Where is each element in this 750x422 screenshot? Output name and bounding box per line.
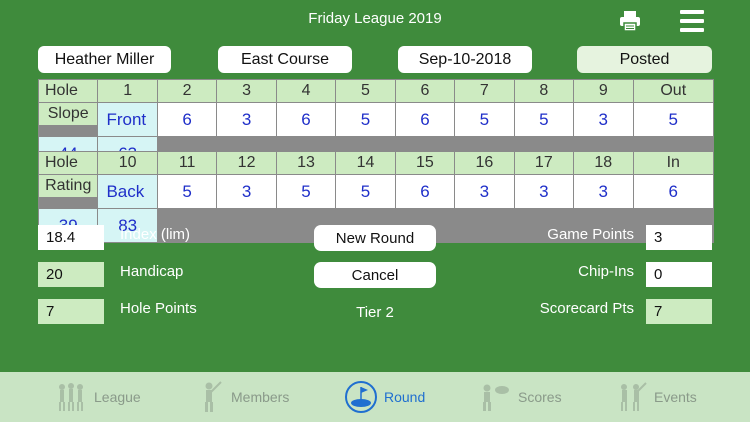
- golfer-scores-icon: [483, 384, 509, 411]
- tab-events-label: Events: [654, 389, 697, 405]
- score-cell-hole-16[interactable]: 3: [514, 175, 574, 208]
- tab-members-label: Members: [231, 389, 290, 405]
- header-cell: 4: [276, 80, 336, 102]
- tab-bar: League Members Round Scores Events: [0, 372, 750, 422]
- header-cell: 12: [217, 152, 276, 174]
- header-cell: 2: [157, 80, 217, 102]
- score-cell-hole-12[interactable]: 5: [276, 175, 336, 208]
- score-cell-hole-7[interactable]: 5: [514, 103, 574, 136]
- back-row-label: Back: [98, 175, 157, 208]
- header-cell: Out: [633, 80, 713, 102]
- header-cell: 3: [217, 80, 276, 102]
- score-cell-hole-2[interactable]: 3: [217, 103, 276, 136]
- header-cell: Hole: [39, 80, 98, 102]
- header-cell: 5: [336, 80, 395, 102]
- header-cell: 7: [455, 80, 514, 102]
- score-cell-hole-13[interactable]: 5: [336, 175, 395, 208]
- index-label: Index (lim): [120, 226, 191, 243]
- hole-points-label: Hole Points: [120, 300, 197, 317]
- golf-hole-icon: [345, 381, 377, 413]
- header-cell: 11: [157, 152, 217, 174]
- header-cell: Rating: [39, 175, 98, 197]
- tab-scores[interactable]: Scores: [478, 372, 562, 422]
- cancel-button[interactable]: Cancel: [314, 262, 436, 288]
- score-cell-hole-9[interactable]: 5: [633, 103, 713, 136]
- game-points-label: Game Points: [547, 226, 634, 243]
- header-cell: 6: [395, 80, 455, 102]
- tab-members[interactable]: Members: [197, 372, 289, 422]
- course-select[interactable]: East Course: [218, 46, 352, 73]
- score-cell-hole-8[interactable]: 3: [574, 103, 633, 136]
- score-cell-hole-18[interactable]: 6: [633, 175, 713, 208]
- posted-status-button[interactable]: Posted: [577, 46, 712, 73]
- date-select[interactable]: Sep-10-2018: [398, 46, 532, 73]
- scorecard-pts-field: 7: [646, 299, 712, 324]
- header-cell: Hole: [39, 152, 98, 174]
- score-cell-hole-4[interactable]: 5: [336, 103, 395, 136]
- header-cell: 16: [455, 152, 514, 174]
- score-cell-hole-3[interactable]: 6: [276, 103, 336, 136]
- header-cell: 18: [574, 152, 633, 174]
- header-cell: 17: [514, 152, 574, 174]
- header-cell: In: [633, 152, 713, 174]
- golfers-group-icon: [59, 383, 83, 411]
- scorecard-pts-label: Scorecard Pts: [539, 300, 634, 317]
- menu-icon[interactable]: [680, 10, 704, 32]
- tab-round[interactable]: Round: [344, 372, 425, 422]
- score-cell-hole-11[interactable]: 3: [217, 175, 276, 208]
- new-round-button[interactable]: New Round: [314, 225, 436, 251]
- game-points-field[interactable]: 3: [646, 225, 712, 250]
- score-cell-hole-14[interactable]: 6: [395, 175, 455, 208]
- chipins-field[interactable]: 0: [646, 262, 712, 287]
- tab-league-label: League: [94, 389, 141, 405]
- handicap-label: Handicap: [120, 263, 184, 280]
- score-cell-hole-1[interactable]: 6: [157, 103, 217, 136]
- score-cell-hole-10[interactable]: 5: [157, 175, 217, 208]
- tab-round-label: Round: [384, 389, 426, 405]
- golfer-icon: [205, 381, 222, 412]
- tab-scores-label: Scores: [518, 389, 562, 405]
- chipins-label: Chip-Ins: [578, 263, 634, 280]
- score-cell-hole-15[interactable]: 3: [455, 175, 514, 208]
- score-cell-hole-5[interactable]: 6: [395, 103, 455, 136]
- header-cell: Slope: [39, 103, 98, 125]
- score-cell-hole-17[interactable]: 3: [574, 175, 633, 208]
- golfers-events-icon: [621, 382, 647, 411]
- handicap-field: 20: [38, 262, 104, 287]
- header-cell: 8: [514, 80, 574, 102]
- header-cell: 10: [98, 152, 157, 174]
- hole-points-field: 7: [38, 299, 104, 324]
- tab-events[interactable]: Events: [614, 372, 697, 422]
- header-cell: 1: [98, 80, 157, 102]
- tab-league[interactable]: League: [54, 372, 141, 422]
- index-field[interactable]: 18.4: [38, 225, 104, 250]
- front-row-label: Front: [98, 103, 157, 136]
- header-cell: 14: [336, 152, 395, 174]
- player-select[interactable]: Heather Miller: [38, 46, 171, 73]
- tier-label: Tier 2: [356, 304, 394, 321]
- header-cell: 9: [574, 80, 633, 102]
- header-cell: 15: [395, 152, 455, 174]
- score-cell-hole-6[interactable]: 5: [455, 103, 514, 136]
- header-cell: 13: [276, 152, 336, 174]
- print-icon[interactable]: [619, 10, 641, 32]
